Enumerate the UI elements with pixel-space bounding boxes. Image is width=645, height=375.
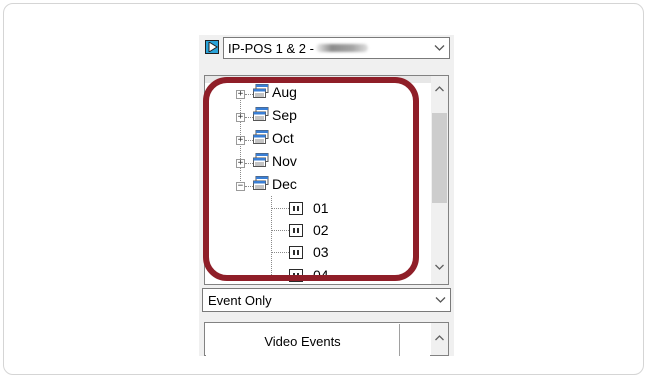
redacted-text: [316, 44, 368, 52]
tree-day-label: 04: [313, 267, 329, 283]
tree-header-strip: [205, 76, 448, 83]
camera-selector[interactable]: IP-POS 1 & 2 -: [223, 37, 450, 59]
calendar-day-icon: [289, 269, 303, 282]
event-filter-value: Event Only: [208, 293, 272, 308]
tree-month-label: Oct: [272, 130, 294, 146]
tree-connector: [245, 186, 253, 187]
play-icon: [208, 42, 218, 52]
calendar-day-icon: [289, 202, 303, 215]
expand-icon[interactable]: +: [236, 90, 245, 99]
camera-selector-value: IP-POS 1 & 2 -: [228, 41, 314, 56]
scroll-down-icon[interactable]: [435, 264, 444, 270]
calendar-month-icon: [253, 107, 269, 121]
event-filter-select[interactable]: Event Only: [202, 288, 451, 312]
tree-scrollbar[interactable]: [431, 76, 448, 284]
date-tree[interactable]: + Aug + Sep + Oct + Nov − Dec 01 02 03 0…: [204, 75, 449, 285]
tree-day-label: 03: [313, 244, 329, 260]
expand-icon[interactable]: +: [236, 159, 245, 168]
calendar-month-icon: [253, 84, 269, 98]
scroll-up-icon[interactable]: [435, 86, 444, 92]
tree-connector: [272, 230, 289, 231]
tree-connector: [272, 252, 289, 253]
tree-month-label: Nov: [272, 153, 297, 169]
tree-day-label: 02: [313, 222, 329, 238]
events-scrollbar[interactable]: [431, 323, 448, 355]
tree-month-label: Dec: [272, 176, 297, 192]
tree-month-label: Aug: [272, 84, 297, 100]
tree-connector: [245, 163, 253, 164]
chevron-down-icon: [435, 297, 446, 303]
tree-connector: [272, 208, 289, 209]
tree-connector: [245, 140, 253, 141]
calendar-month-icon: [253, 153, 269, 167]
tree-day-label: 01: [313, 200, 329, 216]
expand-icon[interactable]: +: [236, 136, 245, 145]
video-events-table[interactable]: Video Events: [204, 322, 449, 356]
calendar-day-icon: [289, 246, 303, 259]
tree-connector: [245, 94, 253, 95]
tree-connector: [245, 117, 253, 118]
expand-icon[interactable]: +: [236, 113, 245, 122]
scroll-up-icon[interactable]: [435, 335, 444, 341]
play-button[interactable]: [205, 40, 219, 54]
calendar-day-icon: [289, 224, 303, 237]
tree-month-label: Sep: [272, 107, 297, 123]
scroll-thumb[interactable]: [432, 113, 447, 203]
column-header-extra[interactable]: [400, 324, 430, 356]
column-header-video-events[interactable]: Video Events: [206, 324, 400, 356]
calendar-month-icon: [253, 130, 269, 144]
tree-connector: [272, 275, 289, 276]
calendar-month-icon: [253, 176, 269, 190]
collapse-icon[interactable]: −: [236, 182, 245, 191]
chevron-down-icon: [434, 45, 445, 51]
